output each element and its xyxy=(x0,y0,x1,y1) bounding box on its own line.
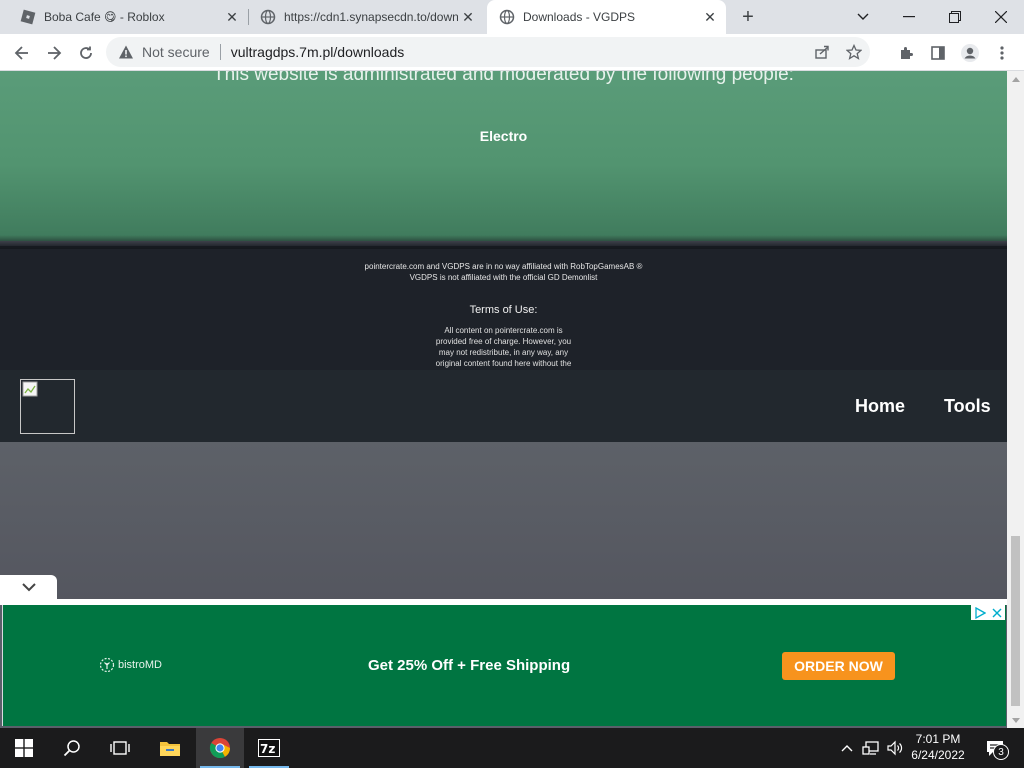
admin-name: Electro xyxy=(479,128,528,144)
notification-count-badge: 3 xyxy=(993,744,1009,760)
action-center-button[interactable]: 3 xyxy=(975,728,1015,768)
system-clock[interactable]: 7:01 PM 6/24/2022 xyxy=(905,731,971,763)
search-button[interactable] xyxy=(48,728,96,768)
side-panel-icon[interactable] xyxy=(924,39,952,67)
chevron-down-icon xyxy=(21,582,36,591)
scrollbar-thumb[interactable] xyxy=(1011,536,1020,706)
advertisement-banner[interactable]: bistroMD Get 25% Off + Free Shipping ORD… xyxy=(2,605,1006,726)
reload-button[interactable] xyxy=(72,39,100,67)
close-tab-icon[interactable]: ✕ xyxy=(222,7,242,27)
leaf-icon xyxy=(99,657,115,673)
terms-line: provided free of charge. However, you xyxy=(435,337,572,346)
chrome-taskbar-button[interactable] xyxy=(196,728,244,768)
task-view-icon xyxy=(110,741,130,755)
tab-title: https://cdn1.synapsecdn.to/down xyxy=(284,10,458,24)
windows-logo-icon xyxy=(15,739,33,757)
folder-icon xyxy=(160,742,180,756)
globe-icon xyxy=(260,9,276,25)
ad-brand-logo[interactable]: bistroMD xyxy=(99,657,162,673)
tab-title: Downloads - VGDPS xyxy=(523,10,636,24)
network-icon[interactable] xyxy=(860,728,882,768)
terms-line: original content found here without the xyxy=(435,359,572,368)
tab-synapse[interactable]: https://cdn1.synapsecdn.to/down ✕ xyxy=(248,0,484,34)
disclaimer: pointercrate.com and VGDPS are in no way… xyxy=(0,261,1007,283)
address-bar[interactable]: Not secure vultragdps.7m.pl/downloads xyxy=(106,37,870,67)
warning-icon[interactable] xyxy=(118,44,134,60)
section-shadow xyxy=(0,235,1007,249)
broken-image-icon xyxy=(22,381,38,397)
security-status[interactable]: Not secure xyxy=(142,44,210,60)
scroll-up-arrow-icon[interactable] xyxy=(1007,71,1024,87)
site-logo-broken-image[interactable] xyxy=(20,379,75,434)
extensions-icon[interactable] xyxy=(892,39,920,67)
ad-close-icon[interactable] xyxy=(992,608,1002,618)
page-scrollbar[interactable] xyxy=(1007,71,1024,728)
site-nav-bar: Home Tools xyxy=(0,370,1007,442)
roblox-icon xyxy=(20,9,36,25)
task-view-button[interactable] xyxy=(96,728,144,768)
omnibox-divider xyxy=(219,44,221,60)
close-tab-icon[interactable]: ✕ xyxy=(458,7,478,27)
start-button[interactable] xyxy=(0,728,48,768)
disclaimer-line: pointercrate.com and VGDPS are in no way… xyxy=(364,262,643,271)
chrome-icon xyxy=(209,738,231,759)
ad-headline[interactable]: Get 25% Off + Free Shipping xyxy=(368,657,570,674)
ad-brand-name: bistroMD xyxy=(118,659,163,671)
ad-collapse-button[interactable] xyxy=(0,575,57,599)
clock-date: 6/24/2022 xyxy=(911,748,965,762)
windows-taskbar: 7z 7:01 PM 6/24/2022 3 xyxy=(0,728,1024,768)
page-body-area xyxy=(0,442,1007,602)
admins-section: This website is administrated and modera… xyxy=(0,71,1007,241)
new-tab-button[interactable]: + xyxy=(737,6,759,28)
menu-kebab-icon[interactable] xyxy=(988,39,1016,67)
close-tab-icon[interactable]: ✕ xyxy=(700,7,720,27)
admins-heading: This website is administrated and modera… xyxy=(213,71,794,85)
tab-downloads-vgdps[interactable]: Downloads - VGDPS ✕ xyxy=(487,0,726,34)
profile-avatar-icon[interactable] xyxy=(956,39,984,67)
order-now-button[interactable]: ORDER NOW xyxy=(782,652,895,680)
tab-strip: Boba Cafe 😋 - Roblox ✕ https://cdn1.syna… xyxy=(0,0,1024,34)
bookmark-star-icon[interactable] xyxy=(838,44,870,60)
adchoices-icon[interactable] xyxy=(971,605,1005,620)
tab-roblox[interactable]: Boba Cafe 😋 - Roblox ✕ xyxy=(8,0,248,34)
url-text[interactable]: vultragdps.7m.pl/downloads xyxy=(231,44,405,60)
web-page: This website is administrated and modera… xyxy=(0,71,1007,728)
back-button[interactable] xyxy=(8,39,36,67)
share-icon[interactable] xyxy=(806,44,838,60)
nav-home[interactable]: Home xyxy=(855,396,905,417)
tab-title: Boba Cafe 😋 - Roblox xyxy=(44,10,165,24)
terms-heading: Terms of Use: xyxy=(469,304,538,316)
scroll-down-arrow-icon[interactable] xyxy=(1007,712,1024,728)
browser-toolbar: Not secure vultragdps.7m.pl/downloads xyxy=(0,34,1024,71)
forward-button[interactable] xyxy=(40,39,68,67)
screen: Boba Cafe 😋 - Roblox ✕ https://cdn1.syna… xyxy=(0,0,1024,768)
restore-button[interactable] xyxy=(932,0,978,34)
terms-line: All content on pointercrate.com is xyxy=(444,326,563,335)
show-hidden-icons-chevron-icon[interactable] xyxy=(838,728,856,768)
minimize-button[interactable] xyxy=(886,0,932,34)
volume-icon[interactable] xyxy=(884,728,906,768)
7zip-icon: 7z xyxy=(258,739,280,757)
disclaimer-line: VGDPS is not affiliated with the officia… xyxy=(409,273,598,282)
tab-search-button[interactable] xyxy=(840,0,886,34)
terms-line: may not redistribute, in any way, any xyxy=(438,348,569,357)
globe-icon xyxy=(499,9,515,25)
svg-text:7z: 7z xyxy=(260,742,275,756)
search-icon xyxy=(63,740,80,757)
file-explorer-button[interactable] xyxy=(146,728,194,768)
clock-time: 7:01 PM xyxy=(915,732,961,746)
nav-tools[interactable]: Tools xyxy=(944,396,991,417)
7zip-taskbar-button[interactable]: 7z xyxy=(245,728,293,768)
close-window-button[interactable] xyxy=(978,0,1024,34)
terms-body: All content on pointercrate.com is provi… xyxy=(0,325,1007,369)
